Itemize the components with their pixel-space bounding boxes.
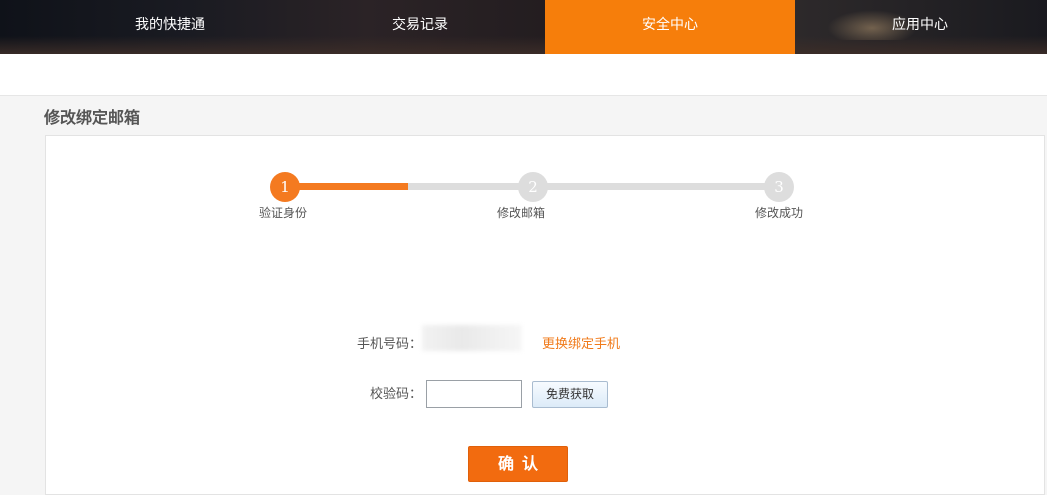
top-navigation-bar: 我的快捷通 交易记录 安全中心 应用中心 bbox=[0, 0, 1047, 54]
page-title: 修改绑定邮箱 bbox=[44, 108, 141, 127]
nav-item-security-center[interactable]: 安全中心 bbox=[545, 0, 795, 54]
get-code-button[interactable]: 免费获取 bbox=[532, 381, 608, 408]
step-3-circle: 3 bbox=[764, 172, 794, 202]
nav-item-my-kjt[interactable]: 我的快捷通 bbox=[45, 0, 295, 54]
nav-item-transactions[interactable]: 交易记录 bbox=[295, 0, 545, 54]
step-1-label: 验证身份 bbox=[258, 206, 307, 220]
step-2-circle: 2 bbox=[518, 172, 548, 202]
masked-phone-number bbox=[422, 325, 522, 351]
change-phone-link[interactable]: 更换绑定手机 bbox=[542, 333, 620, 352]
step-2-label: 修改邮箱 bbox=[496, 206, 545, 220]
confirm-button[interactable]: 确认 bbox=[468, 446, 568, 482]
progress-track-fill bbox=[285, 183, 408, 190]
phone-label: 手机号码： bbox=[356, 337, 422, 352]
step-1-circle: 1 bbox=[270, 172, 300, 202]
verification-code-input[interactable] bbox=[426, 380, 522, 408]
step-3-label: 修改成功 bbox=[754, 206, 803, 220]
nav-item-app-center[interactable]: 应用中心 bbox=[795, 0, 1045, 54]
code-label: 校验码： bbox=[369, 387, 422, 402]
